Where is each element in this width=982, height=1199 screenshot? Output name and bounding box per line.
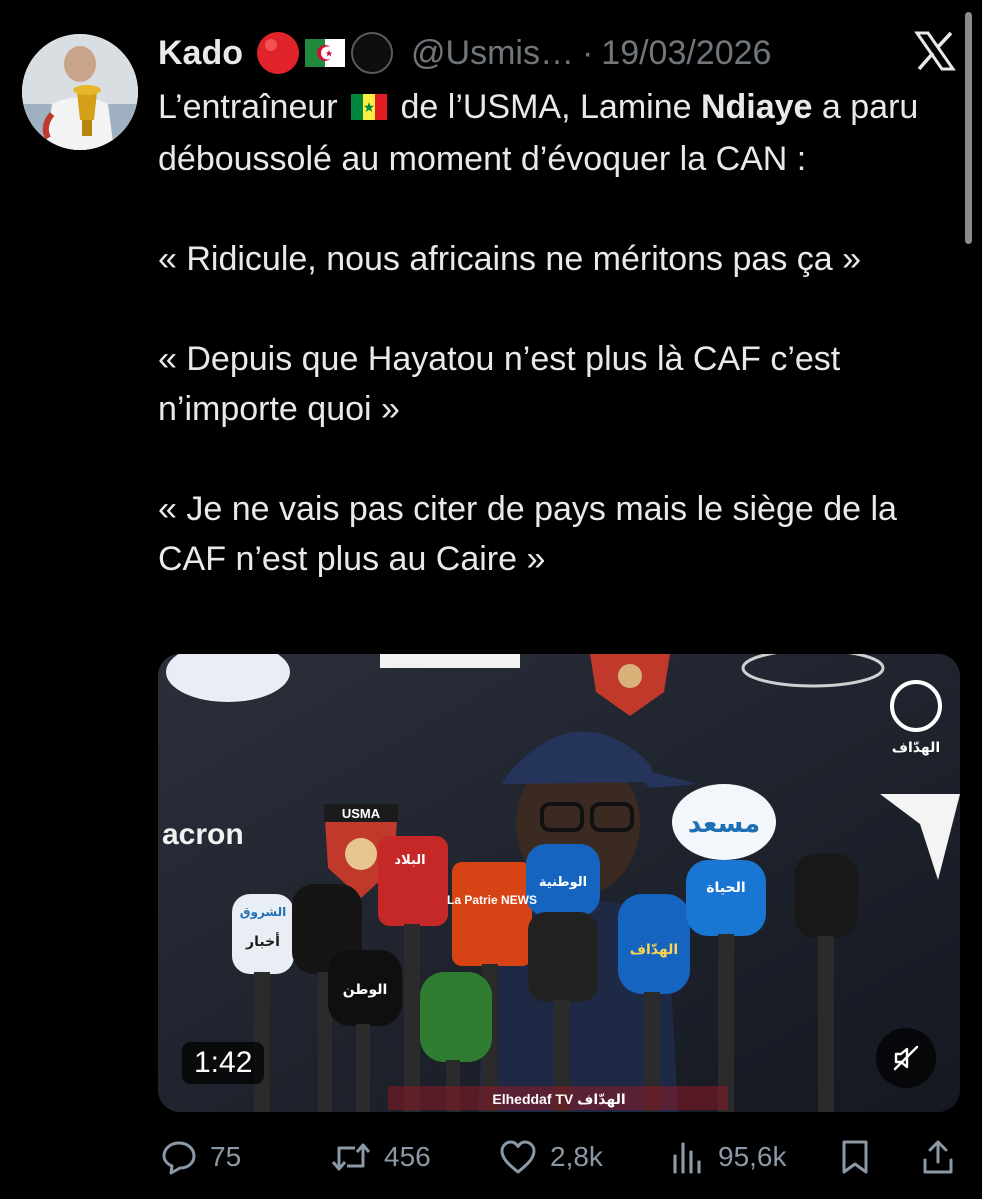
mic-label-3: الوطنية (539, 875, 587, 890)
post-text: L’entraîneur de l’USMA, Lamine Ndiaye a … (158, 82, 968, 584)
video-watermark: Elheddaf TV الهدّاف (492, 1091, 626, 1107)
x-logo-icon[interactable] (914, 30, 956, 72)
repost-button[interactable]: 456 (330, 1134, 431, 1180)
reply-icon (162, 1141, 196, 1175)
intro-text-b: de l’USMA, Lamine (400, 88, 692, 126)
svg-text:الهدّاف: الهدّاف (892, 740, 940, 756)
black-circle-icon (349, 30, 395, 76)
avatar[interactable] (22, 34, 138, 150)
mic-label-7: أخبار (245, 932, 280, 950)
repost-icon (331, 1143, 371, 1171)
reply-button[interactable]: 75 (160, 1134, 241, 1180)
algeria-flag-icon (305, 39, 345, 67)
usma-crest-text: USMA (342, 806, 381, 821)
post-header: Kado @Usmis… · 19/03/2026 (158, 28, 771, 78)
heart-icon (500, 1140, 536, 1174)
views-chart-icon (673, 1142, 701, 1174)
avatar-image (22, 34, 138, 150)
bookmark-icon (842, 1140, 868, 1174)
intro-text-bold: Ndiaye (700, 88, 813, 126)
macron-backdrop-text: acron (162, 818, 244, 851)
senegal-flag-icon (351, 84, 388, 134)
quote-3: « Je ne vais pas citer de pays mais le s… (158, 490, 897, 578)
post-date[interactable]: 19/03/2026 (601, 34, 771, 73)
bookmark-button[interactable] (838, 1134, 872, 1180)
video-frame: USMA acron مسعد الهدّاف البلاد La Patrie… (158, 654, 960, 1112)
reply-count: 75 (210, 1141, 242, 1172)
quote-2: « Depuis que Hayatou n’est plus là CAF c… (158, 340, 841, 428)
header-separator: · (581, 33, 594, 72)
views-button[interactable]: 95,6k (670, 1134, 787, 1180)
mic-label-5: الهدّاف (630, 942, 678, 958)
mic-label-8: الوطن (343, 982, 388, 998)
quote-1: « Ridicule, nous africains ne méritons p… (158, 240, 862, 278)
action-bar: 75 456 2,8k 95,6k (158, 1134, 958, 1180)
post-intro-paragraph: L’entraîneur de l’USMA, Lamine Ndiaye a … (158, 82, 968, 184)
share-button[interactable] (920, 1134, 956, 1180)
mute-button[interactable] (876, 1028, 936, 1088)
speaker-muted-icon (893, 1045, 919, 1071)
user-handle[interactable]: @Usmis… (411, 34, 574, 73)
intro-text-a: L’entraîneur (158, 88, 338, 126)
like-button[interactable]: 2,8k (498, 1134, 603, 1180)
mic-label-1: البلاد (394, 853, 425, 868)
repost-count: 456 (384, 1141, 431, 1172)
mic-label-6: الشروق (240, 905, 286, 920)
share-icon (923, 1140, 953, 1174)
mic-label-2: La Patrie NEWS (447, 893, 537, 907)
red-circle-icon (255, 30, 301, 76)
view-count: 95,6k (718, 1141, 787, 1172)
messad-arabic-text: مسعد (688, 809, 760, 839)
video-player[interactable]: USMA acron مسعد الهدّاف البلاد La Patrie… (158, 654, 960, 1112)
like-count: 2,8k (550, 1141, 603, 1172)
video-duration: 1:42 (182, 1042, 265, 1084)
display-name[interactable]: Kado (158, 34, 243, 73)
mic-label-4: الحياة (706, 880, 745, 896)
